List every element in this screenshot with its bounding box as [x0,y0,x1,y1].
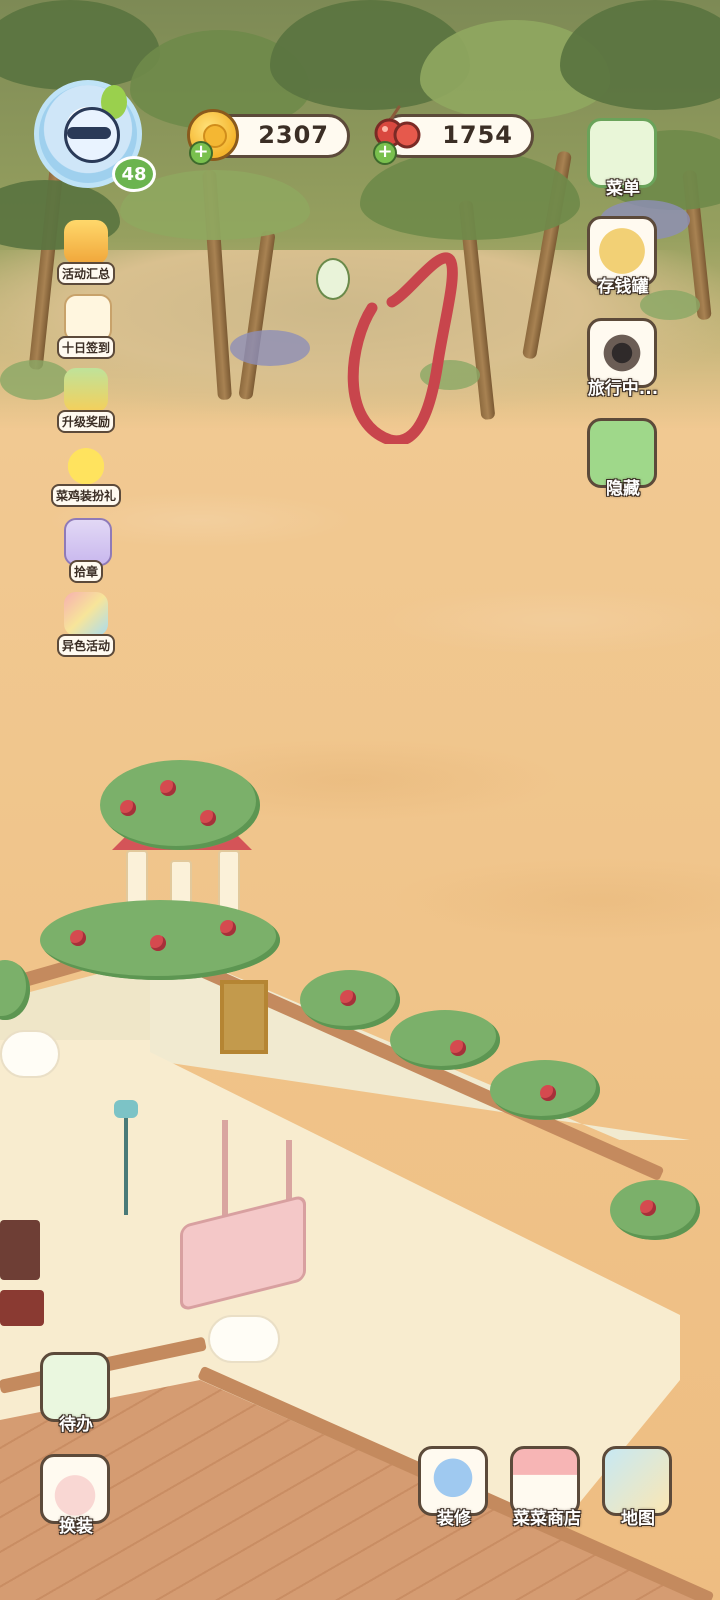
shop-label: 菜菜商店 [513,1509,581,1529]
todo-button[interactable]: 待办 [36,1352,116,1442]
level-reward-icon [64,368,108,412]
map-label: 地图 [621,1509,655,1529]
food-counter[interactable]: + 1754 [373,105,534,165]
coin-value: 2307 [258,121,329,149]
menu-button[interactable]: 菜单 [583,118,663,202]
hide-label: 隐藏 [606,479,640,499]
food-value: 1754 [442,121,513,149]
rose [200,810,216,826]
hide-ui-button[interactable]: 隐藏 [583,418,663,502]
rose [160,780,176,796]
todo-label: 待办 [59,1415,93,1435]
rose [450,1040,466,1056]
rose-vine [390,1010,500,1070]
avatar-glasses [67,127,111,139]
green-bush [420,360,480,390]
rose [120,800,136,816]
piggy-bank-button[interactable]: 存钱罐 [583,216,663,300]
add-food-button[interactable]: + [373,141,397,165]
level-reward-label: 升级奖励 [56,410,115,433]
player-level-badge: 48 [112,156,156,192]
chick-outfit-gift-label: 菜鸡装扮礼 [50,484,121,507]
lamp-head [114,1100,138,1118]
menu-label: 菜单 [606,179,640,199]
badge-collect-icon [64,518,112,566]
ten-day-checkin-label: 十日签到 [56,336,115,359]
dress-up-label: 换装 [59,1517,93,1537]
villager-character[interactable] [316,258,350,300]
lavender-bush [230,330,310,366]
tv-cabinet[interactable] [0,1220,40,1280]
badge-collect-button[interactable]: 拾章 [50,518,122,588]
cloud-decor [0,1030,60,1078]
alt-color-event-button[interactable]: 异色活动 [50,592,122,662]
street-lamp[interactable] [124,1105,128,1215]
rug-chest[interactable] [0,1290,44,1326]
decorate-label: 装修 [437,1509,471,1529]
rose [640,1200,656,1216]
rose [220,920,236,936]
chick-outfit-gift-button[interactable]: 菜鸡装扮礼 [50,442,122,512]
cloud-decor [208,1315,280,1363]
decorate-button[interactable]: 装修 [414,1446,494,1536]
add-coins-button[interactable]: + [189,141,213,165]
travel-label: 旅行中... [587,379,659,399]
rose [70,930,86,946]
event-summary-label: 活动汇总 [56,262,115,285]
shop-button[interactable]: 菜菜商店 [502,1446,592,1536]
dress-up-button[interactable]: 换装 [36,1454,116,1544]
ten-day-checkin-icon [64,294,112,342]
rose [540,1085,556,1101]
event-summary-icon [64,220,108,264]
badge-collect-label: 拾章 [68,560,103,583]
alt-color-event-icon [64,592,108,636]
wall-painting[interactable] [220,980,268,1054]
map-button[interactable]: 地图 [598,1446,678,1536]
coin-counter[interactable]: + 2307 [187,109,350,165]
rose [150,935,166,951]
ten-day-checkin-button[interactable]: 十日签到 [50,294,122,364]
level-reward-button[interactable]: 升级奖励 [50,368,122,438]
piggy-bank-label: 存钱罐 [597,277,649,297]
travel-button[interactable]: 旅行中... [583,318,663,402]
chick-outfit-gift-icon [64,442,108,486]
alt-color-event-label: 异色活动 [56,634,115,657]
rose [340,990,356,1006]
event-summary-button[interactable]: 活动汇总 [50,220,122,290]
